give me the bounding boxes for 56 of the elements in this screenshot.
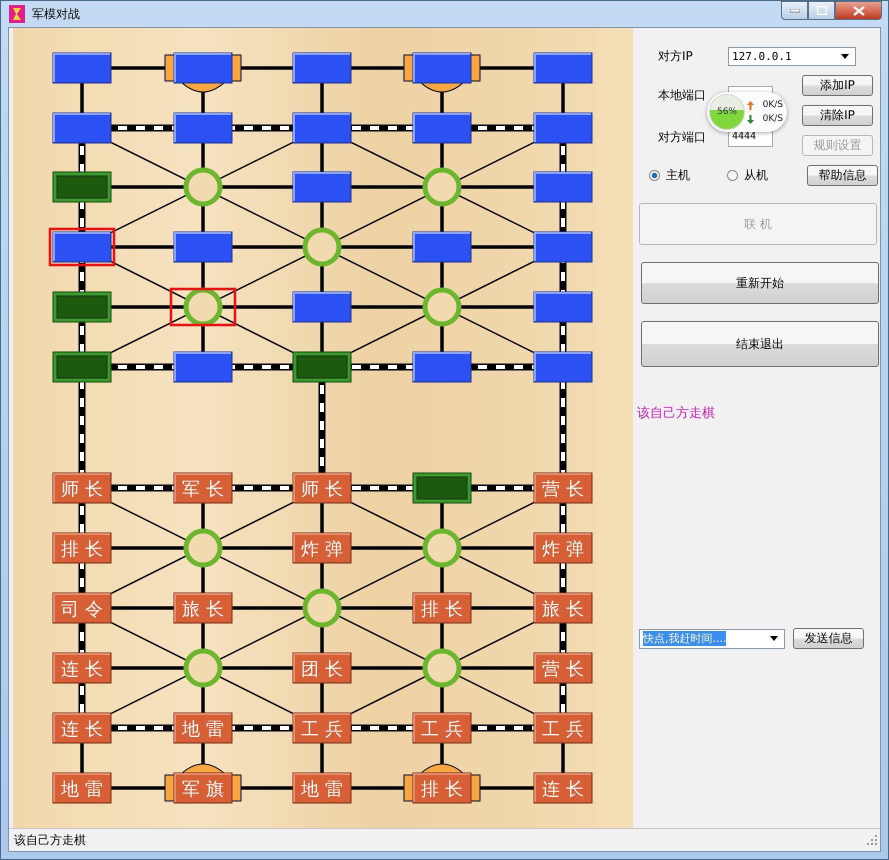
chess-piece[interactable]: 连 长 [52,652,112,684]
chess-piece[interactable]: 地 雷 [52,772,112,804]
caret-icon [770,636,778,641]
window-title: 军模对战 [32,6,80,22]
panel-button[interactable]: 添加IP [802,75,873,96]
hidden-piece[interactable] [164,52,242,92]
chess-piece[interactable]: 营 长 [534,652,592,684]
maximize-icon [816,6,826,15]
chess-piece[interactable]: 排 长 [52,532,112,564]
peer-ip-dropdown[interactable]: 127.0.0.1 [728,47,856,66]
chess-piece[interactable]: 营 长 [534,472,592,504]
caret-icon [841,54,849,59]
maximize-button[interactable] [808,1,835,20]
chess-piece[interactable]: 工 兵 [292,712,352,744]
help-button[interactable]: 帮助信息 [807,165,878,186]
download-arrow-icon [747,114,754,124]
chess-piece[interactable]: 工 兵 [412,712,472,744]
chess-piece[interactable]: 军 长 [174,472,232,504]
chess-piece[interactable]: 炸 弹 [534,532,592,564]
chess-piece[interactable]: 连 长 [534,772,592,804]
restart-button[interactable]: 重新开始 [641,262,879,304]
minimize-button[interactable] [781,1,808,20]
chess-piece[interactable]: 师 长 [52,472,112,504]
mode-radio[interactable]: 主机 [649,167,727,184]
chess-piece[interactable]: 地 雷 [292,772,352,804]
quit-button[interactable]: 结束退出 [641,321,879,367]
chess-piece[interactable]: 工 兵 [534,712,592,744]
chess-piece[interactable]: 连 长 [52,712,112,744]
chess-piece[interactable]: 旅 长 [534,592,592,624]
chess-piece[interactable]: 排 长 [412,592,472,624]
app-icon [9,5,25,23]
chess-piece[interactable]: 司 令 [52,592,112,624]
panel-button[interactable]: 清除IP [802,105,873,126]
hidden-piece[interactable] [48,228,116,266]
mode-radio[interactable]: 从机 [727,167,805,184]
resize-grip-icon [867,835,877,845]
chess-piece[interactable]: 旅 长 [174,592,232,624]
chess-piece[interactable]: 地 雷 [174,712,232,744]
hidden-piece[interactable] [404,52,480,92]
download-rate: 0K/S [762,114,783,124]
chess-piece[interactable]: 师 长 [292,472,352,504]
chat-dropdown[interactable]: 快点,我赶时间.... [639,628,785,648]
turn-message: 该自己方走棋 [637,405,716,422]
peer-port-label: 对方端口 [658,129,707,146]
close-icon [852,6,864,16]
local-port-label: 本地端口 [658,87,707,104]
usage-gauge: 56% [709,94,745,130]
minimize-icon [790,8,800,12]
upload-rate: 0K/S [762,100,783,110]
chess-piece[interactable]: 炸 弹 [292,532,352,564]
peer-ip-label: 对方IP [658,48,694,65]
upload-arrow-icon [747,100,754,110]
close-button[interactable] [835,1,882,20]
status-text: 该自己方走棋 [14,832,86,848]
chess-piece[interactable]: 团 长 [292,652,352,684]
send-button[interactable]: 发送信息 [793,628,864,649]
